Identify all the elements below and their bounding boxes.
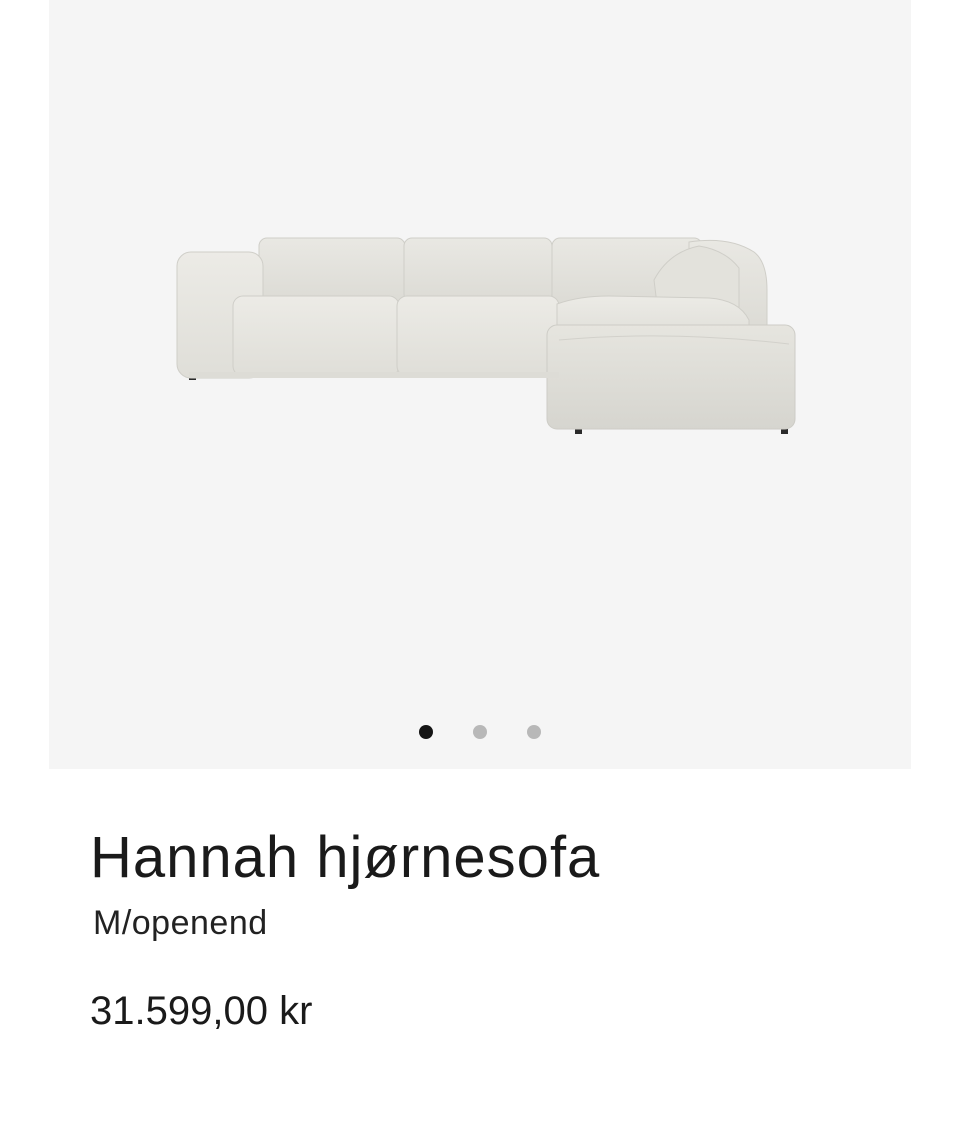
product-variant: M/openend xyxy=(93,904,268,942)
carousel-pagination xyxy=(49,725,911,741)
sofa-image[interactable] xyxy=(49,0,911,769)
carousel-dot-1[interactable] xyxy=(419,725,433,739)
product-image-gallery[interactable] xyxy=(49,0,911,769)
carousel-dot-3[interactable] xyxy=(527,725,541,739)
product-title: Hannah hjørnesofa xyxy=(90,825,601,890)
carousel-dot-2[interactable] xyxy=(473,725,487,739)
product-price: 31.599,00 kr xyxy=(90,989,313,1033)
